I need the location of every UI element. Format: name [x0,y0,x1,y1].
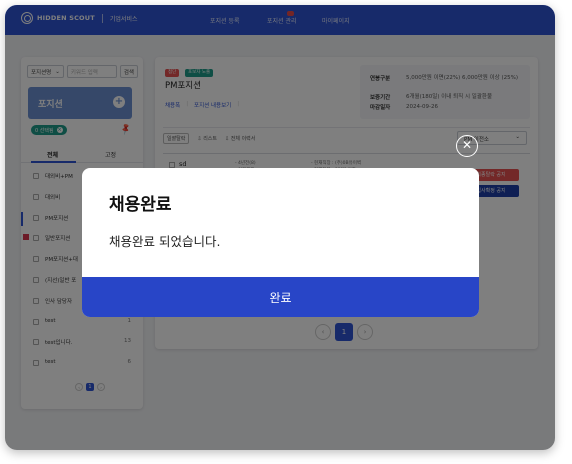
confirm-dialog: 채용완료 채용완료 되었습니다. 완료 [82,168,479,317]
confirm-button[interactable]: 완료 [82,277,479,317]
dialog-message: 채용완료 되었습니다. [109,234,221,249]
app-window: HIDDEN SCOUT 기업서비스 포지션 등록 포지션 관리 마이페이지 포… [5,5,555,450]
close-icon[interactable]: ✕ [456,135,478,157]
dialog-title: 채용완료 [109,195,172,215]
